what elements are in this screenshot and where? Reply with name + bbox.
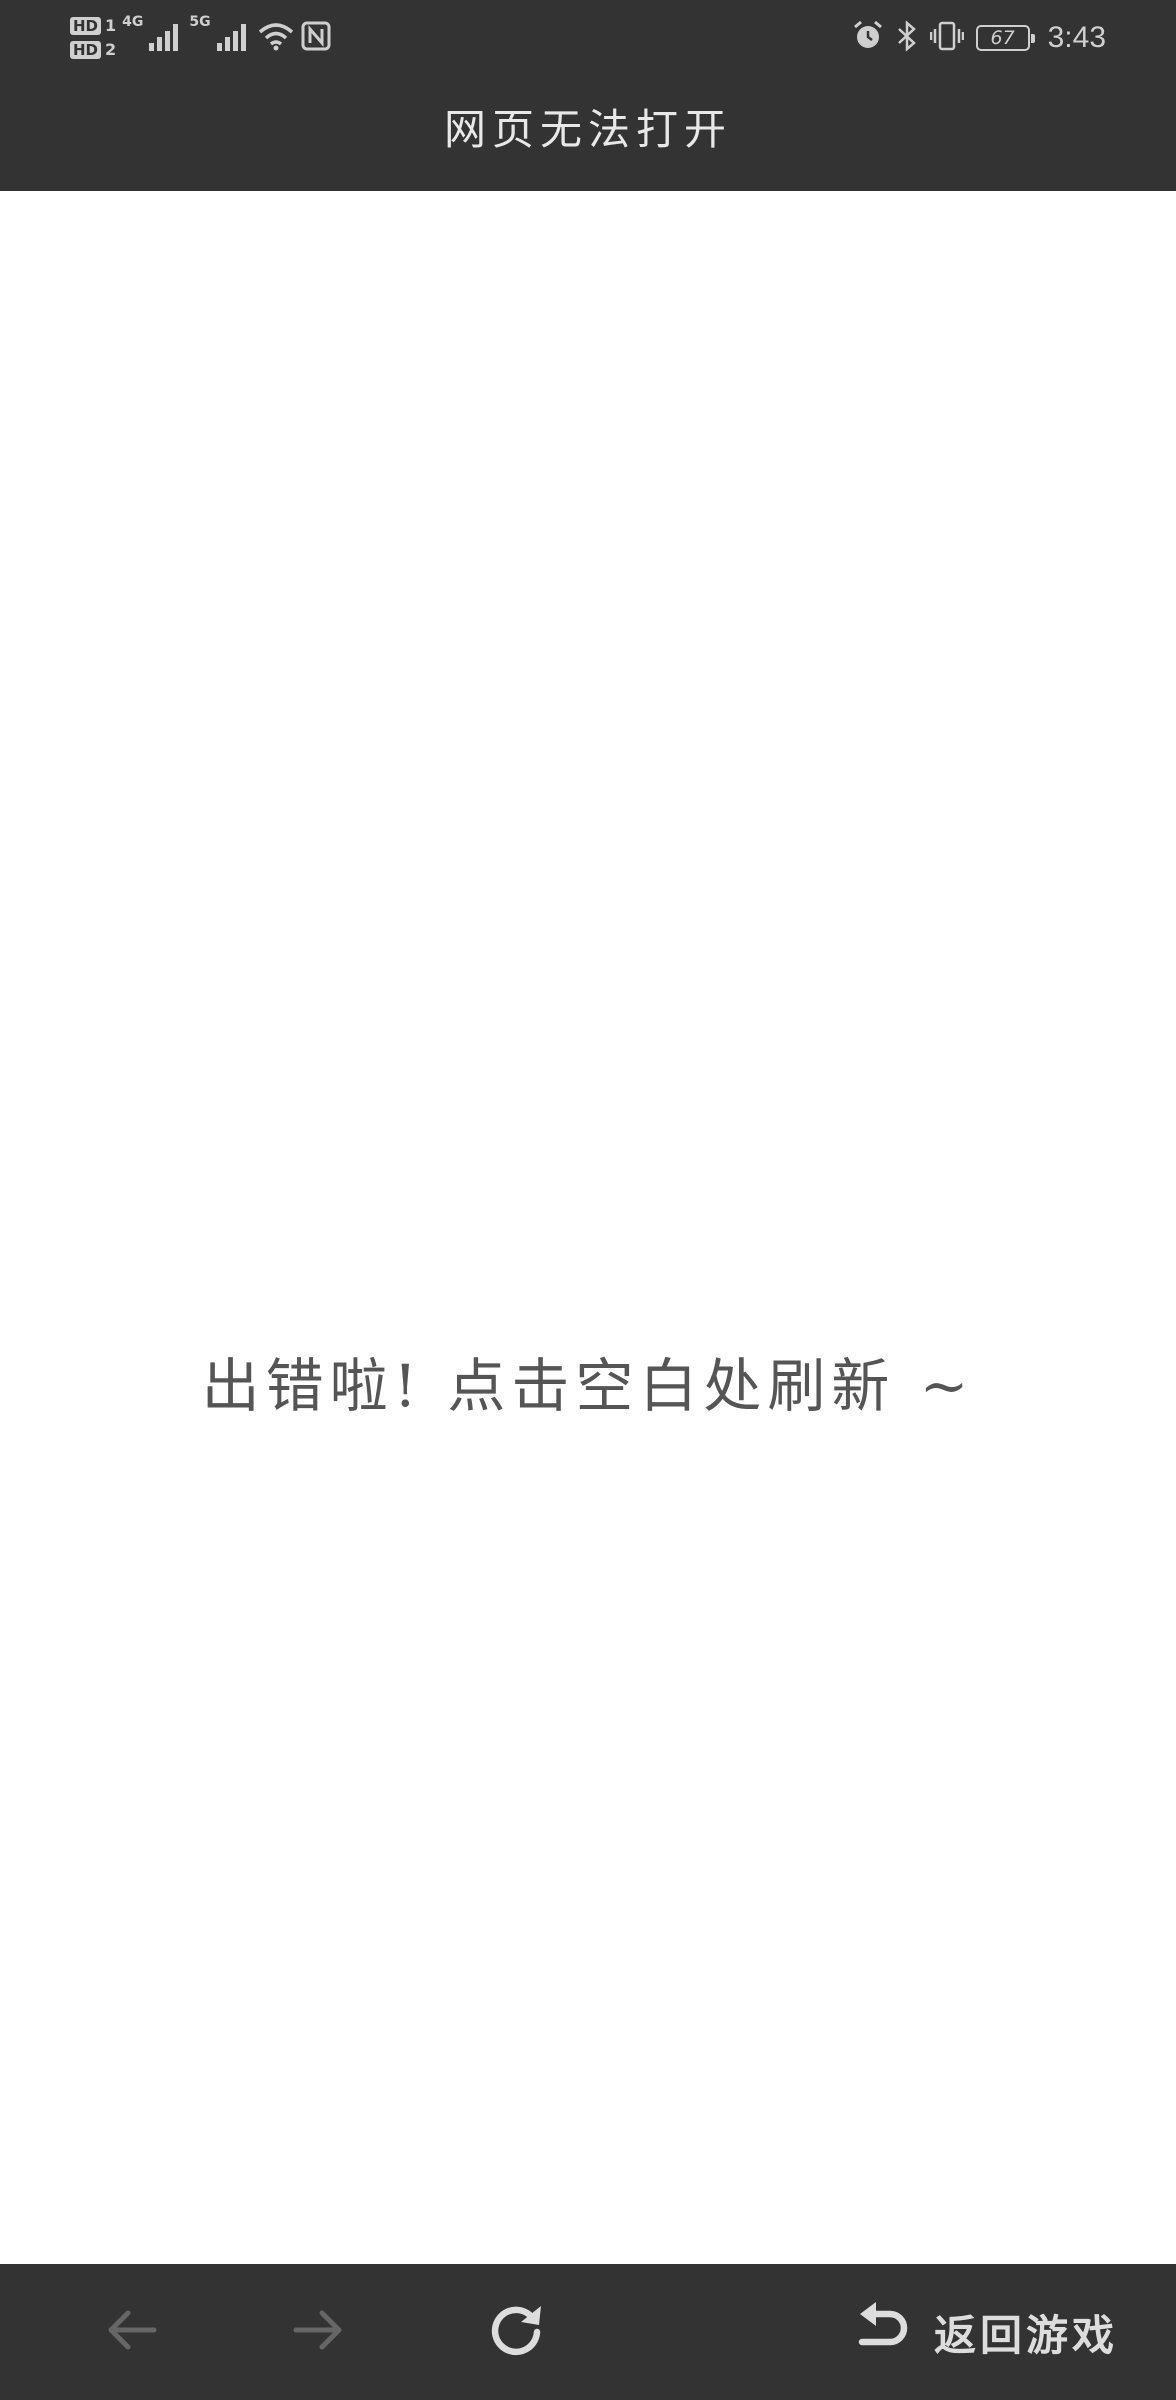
nfc-icon bbox=[301, 21, 331, 55]
status-bar-left: HD 1 HD 2 4G 5G bbox=[70, 8, 331, 68]
signal-icon bbox=[149, 21, 183, 55]
undo-return-icon bbox=[850, 2299, 912, 2365]
network-type-label: 4G bbox=[122, 14, 144, 30]
return-to-game-label: 返回游戏 bbox=[933, 2310, 1118, 2360]
battery-level: 67 bbox=[990, 27, 1015, 49]
hd-badge: HD bbox=[70, 41, 102, 59]
refresh-button[interactable] bbox=[474, 2290, 558, 2374]
signal-icon bbox=[216, 21, 251, 55]
refresh-icon bbox=[484, 2298, 548, 2366]
error-page-area[interactable]: 出错啦! 点击空白处刷新 ~ bbox=[0, 191, 1176, 2264]
network-type-label: 5G bbox=[189, 14, 211, 30]
sim-indicators: HD 1 HD 2 bbox=[70, 17, 116, 59]
sim-number: 1 bbox=[105, 16, 117, 35]
error-message: 出错啦! 点击空白处刷新 ~ bbox=[201, 1352, 975, 1420]
back-button[interactable] bbox=[90, 2290, 174, 2374]
battery-icon: 67 bbox=[975, 25, 1035, 51]
sim2-indicator: HD 2 bbox=[70, 41, 116, 59]
sim1-indicator: HD 1 bbox=[70, 17, 116, 35]
return-to-game-button[interactable]: 返回游戏 bbox=[850, 2290, 1118, 2374]
top-bar: HD 1 HD 2 4G 5G 67 3:43 网页无法打开 bbox=[0, 0, 1176, 191]
wifi-icon bbox=[257, 21, 295, 55]
bluetooth-icon bbox=[896, 20, 918, 56]
vibrate-icon bbox=[929, 20, 964, 56]
forward-arrow-icon bbox=[286, 2298, 350, 2366]
sim-number: 2 bbox=[105, 40, 117, 59]
hd-badge: HD bbox=[70, 17, 102, 35]
back-arrow-icon bbox=[100, 2298, 164, 2366]
status-bar-right: 67 3:43 bbox=[852, 10, 1106, 66]
page-title: 网页无法打开 bbox=[443, 105, 732, 154]
alarm-icon bbox=[852, 20, 884, 56]
forward-button[interactable] bbox=[276, 2290, 360, 2374]
bottom-navigation-bar: 返回游戏 bbox=[0, 2264, 1176, 2400]
clock: 3:43 bbox=[1047, 21, 1106, 54]
